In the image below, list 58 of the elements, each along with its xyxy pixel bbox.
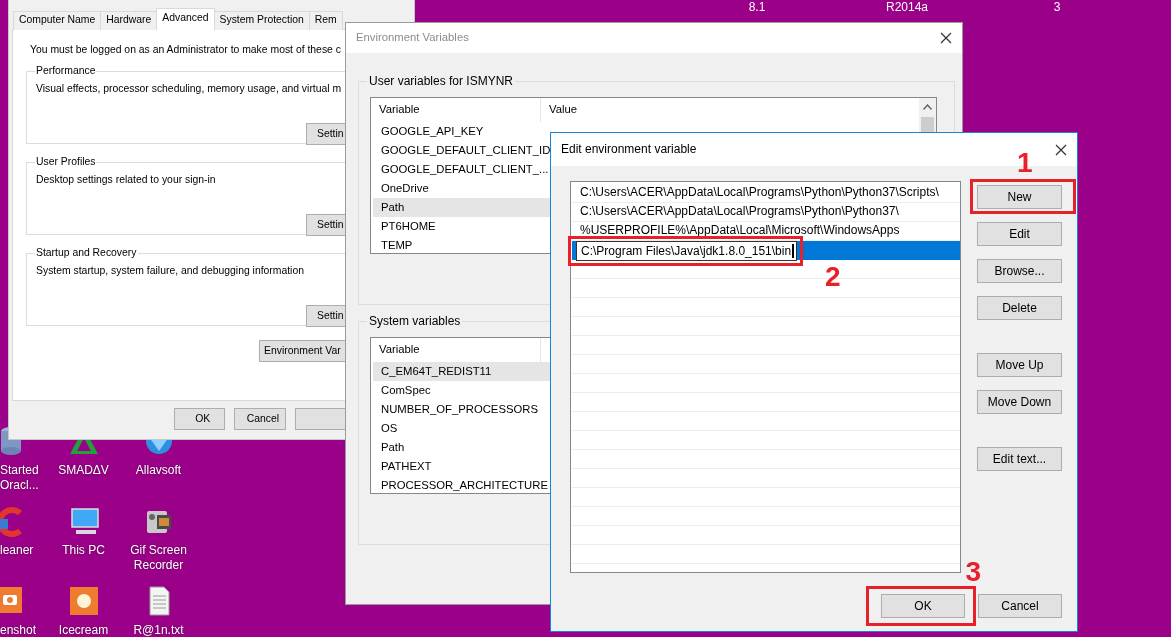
side-button[interactable]: New bbox=[977, 185, 1062, 209]
shortcut-label[interactable]: This PC bbox=[62, 543, 105, 558]
environment-variables-button[interactable]: Environment Var bbox=[259, 340, 346, 363]
description-text: Desktop settings related to your sign-in bbox=[36, 173, 217, 187]
settings-button[interactable]: Settin bbox=[306, 213, 346, 236]
side-button[interactable]: Edit text... bbox=[977, 447, 1062, 471]
column-header[interactable]: Variable bbox=[379, 103, 420, 115]
tab[interactable]: System Protection bbox=[213, 11, 310, 30]
desktop-label: R2014a bbox=[884, 0, 929, 14]
tab[interactable]: Rem bbox=[308, 11, 343, 30]
shortcut-label[interactable]: R@1n.txt bbox=[133, 623, 184, 637]
settings-button[interactable]: Settin bbox=[306, 304, 346, 327]
side-button[interactable]: Move Down bbox=[977, 390, 1062, 414]
dialog-button[interactable]: OK bbox=[174, 408, 226, 430]
shortcut-label[interactable]: leaner bbox=[0, 543, 34, 558]
group-title: System variables bbox=[368, 315, 462, 327]
shortcut-label[interactable]: Gif Screen Recorder bbox=[130, 543, 187, 573]
group-title: User Profiles bbox=[35, 157, 97, 168]
description-text: System startup, system failure, and debugging information bbox=[36, 264, 305, 278]
tab[interactable]: Advanced bbox=[156, 8, 215, 30]
shortcut-label[interactable]: Started Oracl... bbox=[0, 463, 39, 493]
text-cursor bbox=[792, 243, 795, 258]
dialog-button[interactable]: OK bbox=[881, 594, 965, 618]
dialog-button[interactable]: Cancel bbox=[978, 594, 1062, 618]
callout-number: 1 bbox=[1016, 150, 1033, 176]
shortcut-label[interactable]: SMADΔV bbox=[58, 463, 109, 478]
group-title: Performance bbox=[35, 66, 97, 77]
group-title: Startup and Recovery bbox=[35, 248, 138, 259]
window-title: Edit environment variable bbox=[561, 142, 697, 157]
settings-button[interactable]: Settin bbox=[306, 122, 346, 145]
tab[interactable]: Hardware bbox=[100, 11, 158, 30]
list-item[interactable]: %USERPROFILE%\AppData\Local\Microsoft\WindowsApps bbox=[572, 221, 960, 240]
side-button[interactable]: Delete bbox=[977, 296, 1062, 320]
close-icon[interactable] bbox=[1055, 143, 1067, 156]
side-button[interactable]: Move Up bbox=[977, 353, 1062, 377]
notice-text: You must be logged on as an Administrator to make most of these c bbox=[30, 44, 342, 57]
dialog-button[interactable]: Cancel bbox=[234, 408, 286, 430]
side-button[interactable]: Browse... bbox=[977, 259, 1062, 283]
desktop-label: 8.1 bbox=[747, 0, 767, 14]
desktop-label: 3 bbox=[1052, 0, 1062, 14]
record-icon[interactable] bbox=[67, 585, 100, 617]
group-title: User variables for ISMYNR bbox=[368, 75, 515, 87]
list-item[interactable]: C:\Users\ACER\AppData\Local\Programs\Python\Python37\Scripts\ bbox=[572, 183, 960, 202]
column-header[interactable]: Value bbox=[549, 103, 578, 115]
close-icon[interactable] bbox=[940, 32, 952, 44]
scroll-up-icon[interactable] bbox=[923, 104, 932, 110]
window-title: Environment Variables bbox=[356, 31, 469, 45]
shortcut-label[interactable]: enshot bbox=[0, 623, 37, 637]
description-text: Visual effects, processor scheduling, memory usage, and virtual m bbox=[36, 82, 343, 96]
column-header[interactable]: Variable bbox=[379, 343, 420, 355]
shortcut-label[interactable]: Icecream bbox=[58, 623, 109, 637]
callout-number: 3 bbox=[965, 559, 981, 585]
shortcut-label[interactable]: Allavsoft bbox=[135, 463, 182, 478]
path-input-field[interactable]: C:\Program Files\Java\jdk1.8.0_151\bin bbox=[576, 240, 798, 261]
list-item[interactable]: C:\Users\ACER\AppData\Local\Programs\Python\Python37\ bbox=[572, 202, 960, 221]
callout-number: 2 bbox=[825, 263, 841, 290]
side-button[interactable]: Edit bbox=[977, 222, 1062, 246]
tab[interactable]: Computer Name bbox=[13, 11, 102, 30]
